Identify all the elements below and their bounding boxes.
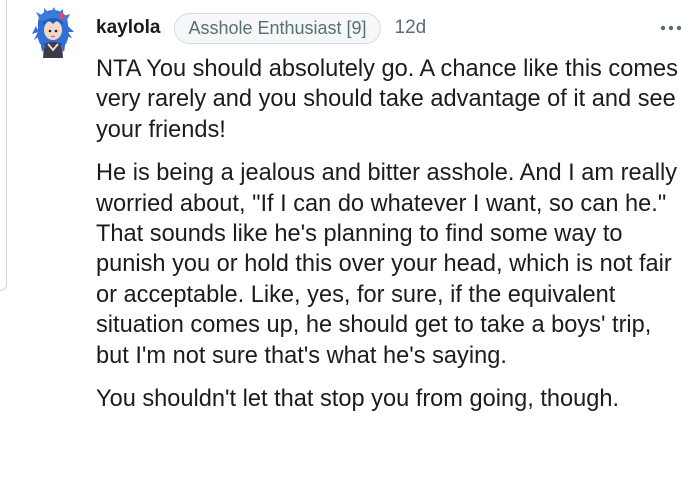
comment-paragraph: You shouldn't let that stop you from goi… [96,386,620,413]
comment-header: kaylola Asshole Enthusiast [9] 12d [96,12,682,44]
more-dots-icon [660,25,682,31]
timestamp[interactable]: 12d [395,17,427,39]
user-flair: Asshole Enthusiast [9] [174,12,381,44]
comment-body: NTA You should absolutely go. A chance l… [96,54,686,427]
avatar[interactable] [30,6,76,58]
avatar-icon [32,7,74,58]
comment-paragraph: He is being a jealous and bitter asshole… [96,160,678,369]
comment-paragraph: NTA You should absolutely go. A chance l… [96,56,678,143]
thread-line[interactable] [0,0,7,291]
more-horizontal-icon[interactable] [660,16,682,34]
username[interactable]: kaylola [96,17,160,39]
